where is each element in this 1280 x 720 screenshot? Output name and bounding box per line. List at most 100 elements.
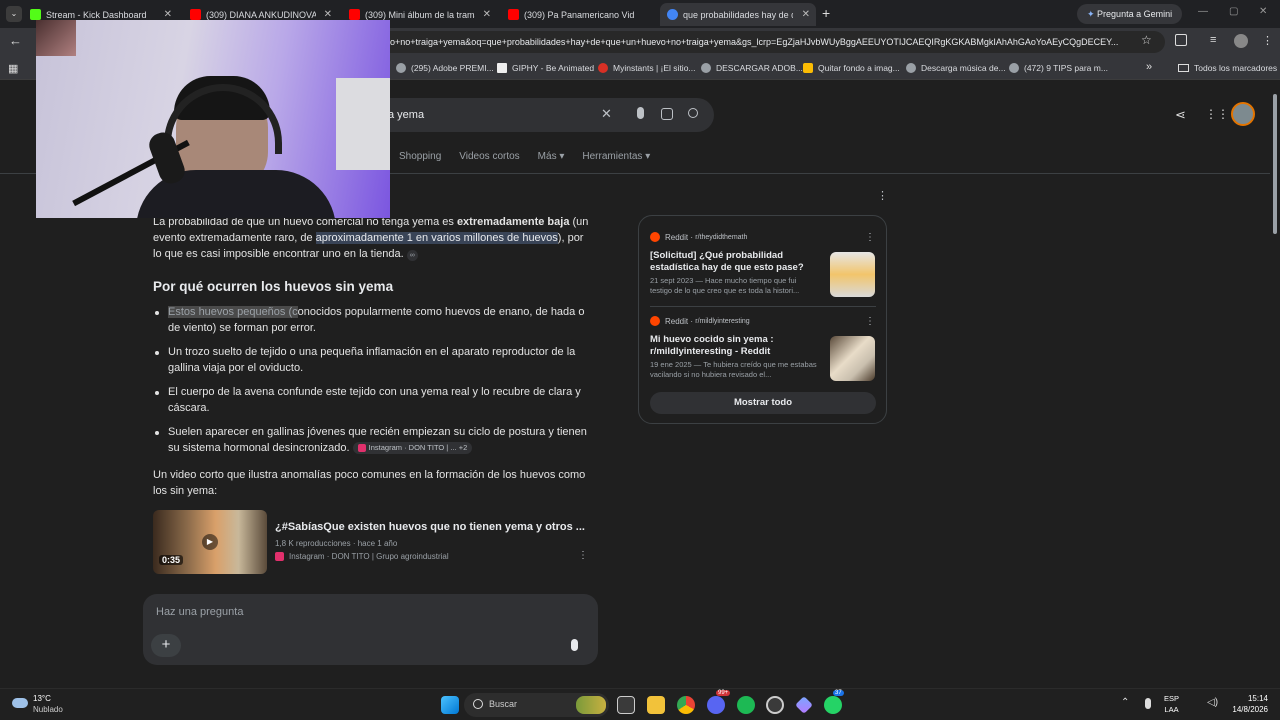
search-icon[interactable]	[688, 108, 698, 118]
volume-icon[interactable]: ◁)	[1207, 697, 1218, 708]
chevron-down-icon: ▾	[559, 151, 565, 162]
video-thumbnail[interactable]: ▶ 0:35	[153, 510, 267, 574]
play-icon[interactable]: ▶	[202, 534, 218, 550]
result-menu-icon[interactable]: ⋮	[865, 232, 875, 243]
result-snippet: 21 sept 2023 — Hace mucho tiempo que fui…	[650, 276, 800, 295]
bookmark-item[interactable]: Descarga música de...	[906, 56, 1006, 80]
close-icon[interactable]: ✕	[483, 9, 491, 20]
video-result[interactable]: ▶ 0:35 ¿#SabíasQue existen huevos que no…	[153, 510, 593, 574]
apps-icon[interactable]: ▦	[8, 62, 18, 75]
result-thumbnail[interactable]	[830, 336, 875, 381]
ask-input[interactable]: Haz una pregunta	[156, 606, 243, 618]
source-result[interactable]: Reddit · r/mildlyinteresting Mi huevo co…	[650, 316, 876, 384]
share-icon[interactable]: ⋖	[1175, 107, 1186, 123]
account-avatar[interactable]	[1231, 102, 1255, 126]
new-tab-button[interactable]: +	[822, 5, 830, 21]
video-title[interactable]: ¿#SabíasQue existen huevos que no tienen…	[275, 521, 585, 533]
bookmark-item[interactable]: (472) 9 TIPS para m...	[1009, 56, 1108, 80]
page-scrollbar[interactable]	[1270, 80, 1280, 688]
tab-google-search[interactable]: que probabilidades hay de que✕	[660, 3, 816, 26]
menu-icon[interactable]: ⋮	[1262, 34, 1273, 47]
chrome-icon[interactable]	[677, 696, 695, 714]
bookmark-icon	[497, 63, 507, 73]
video-menu-icon[interactable]: ⋮	[578, 550, 588, 561]
back-icon[interactable]: ←	[9, 33, 22, 48]
app-icon[interactable]	[795, 696, 813, 714]
result-title[interactable]: [Solicitud] ¿Qué probabilidad estadístic…	[650, 250, 815, 274]
minimize-button[interactable]: —	[1198, 6, 1208, 17]
bookmark-icon	[396, 63, 406, 73]
close-icon[interactable]: ✕	[324, 9, 332, 20]
link-icon[interactable]: ∞	[406, 250, 418, 261]
bookmark-item[interactable]: GIPHY - Be Animated	[497, 56, 594, 80]
obs-icon[interactable]	[766, 696, 784, 714]
tab-search-button[interactable]: ⌄	[6, 6, 22, 22]
lens-icon[interactable]	[661, 108, 673, 120]
close-icon[interactable]: ✕	[164, 9, 172, 20]
bookmark-item[interactable]: DESCARGAR ADOB...	[701, 56, 803, 80]
all-bookmarks-folder[interactable]: Todos los marcadores	[1178, 56, 1277, 80]
tray-overflow-icon[interactable]: ⌃	[1121, 697, 1129, 708]
instagram-icon	[275, 552, 284, 561]
language-indicator[interactable]: ESP LAA	[1164, 693, 1179, 715]
show-all-button[interactable]: Mostrar todo	[650, 392, 876, 414]
bookmark-icon	[803, 63, 813, 73]
list-item: Estos huevos pequeños (conocidos popular…	[153, 304, 593, 336]
bookmark-item[interactable]: (295) Adobe PREMI...	[396, 56, 494, 80]
tab-shopping[interactable]: Shopping	[399, 151, 441, 162]
mic-icon[interactable]	[571, 639, 578, 651]
weather-widget[interactable]: 13°C Nublado	[10, 694, 80, 716]
overflow-menu-icon[interactable]: ⋮	[877, 189, 888, 202]
bookmarks-overflow-icon[interactable]: »	[1146, 61, 1152, 73]
result-title[interactable]: Mi huevo cocido sin yema : r/mildlyinter…	[650, 334, 815, 358]
reddit-icon	[650, 316, 660, 326]
source-header: Reddit · r/mildlyinteresting	[650, 316, 876, 326]
list-item: El cuerpo de la avena confunde este teji…	[153, 384, 593, 416]
scrollbar-thumb[interactable]	[1273, 94, 1277, 234]
bookmark-item[interactable]: Quitar fondo a imag...	[803, 56, 900, 80]
media-icon[interactable]: ≡	[1210, 34, 1216, 46]
close-window-button[interactable]: ✕	[1259, 6, 1267, 17]
extensions-icon[interactable]	[1175, 34, 1187, 46]
maximize-button[interactable]: ▢	[1229, 6, 1238, 17]
folder-icon	[1178, 64, 1189, 72]
file-explorer-icon[interactable]	[647, 696, 665, 714]
clear-icon[interactable]: ✕	[601, 106, 612, 122]
task-view-icon[interactable]	[617, 696, 635, 714]
windows-taskbar: 13°C Nublado Buscar 99+ 37 ⌃ ESP LAA ◁) 1…	[0, 688, 1280, 720]
mic-icon[interactable]	[637, 107, 644, 119]
chevron-down-icon: ▾	[645, 151, 651, 162]
mic-tray-icon[interactable]	[1145, 698, 1151, 709]
poster-left	[36, 20, 76, 56]
result-thumbnail[interactable]	[830, 252, 875, 297]
whatsapp-icon[interactable]: 37	[824, 690, 844, 714]
result-menu-icon[interactable]: ⋮	[865, 316, 875, 327]
bookmark-icon	[1009, 63, 1019, 73]
close-icon[interactable]: ✕	[802, 9, 810, 20]
tab-youtube-3[interactable]: (309) Pa Panamericano Video C	[508, 3, 656, 26]
video-meta: 1,8 K reproducciones · hace 1 año	[275, 539, 398, 548]
poster-right	[336, 78, 390, 170]
spotify-icon[interactable]	[737, 696, 755, 714]
google-icon	[667, 9, 678, 20]
discord-icon[interactable]: 99+	[707, 690, 731, 714]
star-icon[interactable]: ☆	[1141, 33, 1152, 47]
search-input[interactable]: a yema	[388, 109, 424, 121]
clock[interactable]: 15:14 14/8/2026	[1223, 693, 1268, 715]
video-intro-text: Un video corto que ilustra anomalías poc…	[153, 469, 586, 497]
windows-start-icon[interactable]	[441, 696, 459, 714]
source-result[interactable]: Reddit · r/theydidthemath [Solicitud] ¿Q…	[650, 232, 876, 300]
add-button[interactable]: +	[151, 634, 181, 657]
reddit-icon	[650, 232, 660, 242]
search-filter-tabs: Shopping Videos cortos Más ▾ Herramienta…	[399, 151, 650, 162]
tab-more[interactable]: Más ▾	[538, 151, 565, 162]
profile-avatar[interactable]	[1234, 34, 1248, 48]
bookmark-item[interactable]: Myinstants | ¡El sitio...	[598, 56, 696, 80]
source-chip[interactable]: Instagram · DON TITO | ... +2	[352, 442, 473, 455]
tab-short-videos[interactable]: Videos cortos	[459, 151, 519, 162]
gemini-button[interactable]: ✦ Pregunta a Gemini	[1077, 4, 1183, 24]
bullet-list: Estos huevos pequeños (conocidos popular…	[153, 304, 593, 464]
tab-tools[interactable]: Herramientas ▾	[582, 151, 650, 162]
taskbar-search[interactable]: Buscar	[464, 693, 609, 717]
bookmark-icon	[906, 63, 916, 73]
